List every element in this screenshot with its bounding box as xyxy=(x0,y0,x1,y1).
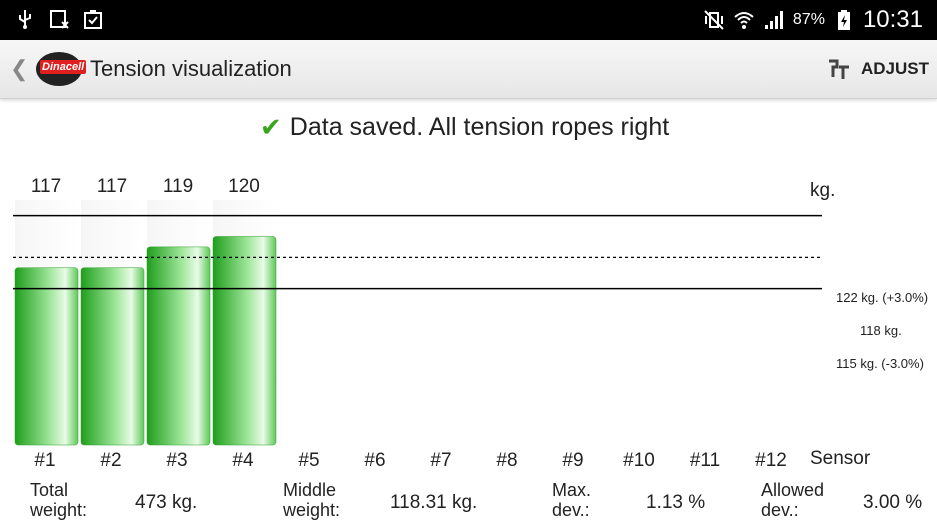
sensor-label-11: #11 xyxy=(689,450,721,471)
signal-icon xyxy=(764,11,783,29)
checkmark-icon: ✔ xyxy=(260,111,282,142)
app-logo[interactable]: Dinacell xyxy=(36,52,87,86)
status-message: ✔ Data saved. All tension ropes right xyxy=(260,110,669,144)
bar-4 xyxy=(212,236,277,446)
value-label-2: 117 xyxy=(96,176,128,197)
sensor-label-3: #3 xyxy=(166,450,188,471)
logo-text: Dinacell xyxy=(40,60,87,74)
sensor-label-9: #9 xyxy=(562,450,584,471)
page-title: Tension visualization xyxy=(90,56,292,81)
total-weight-value: 473 kg. xyxy=(135,492,198,513)
sensor-label-2: #2 xyxy=(100,450,122,471)
sensor-label-6: #6 xyxy=(364,450,386,471)
screenshot-icon xyxy=(50,10,69,29)
total-weight-label: Total weight: xyxy=(30,480,88,520)
max-deviation-value: 1.13 % xyxy=(646,492,706,513)
sensor-label-4: #4 xyxy=(232,450,254,471)
status-bar: 87% 10:31 xyxy=(0,0,937,40)
bar-1 xyxy=(14,267,79,446)
allowed-deviation-label: Allowed dev.: xyxy=(761,480,825,520)
middle-weight-value: 118.31 kg. xyxy=(390,492,478,513)
sensor-label-5: #5 xyxy=(298,450,320,471)
adjust-icon xyxy=(828,59,849,79)
unit-label: kg. xyxy=(810,180,836,201)
middle-weight-label: Middle weight: xyxy=(283,480,341,520)
tension-chart xyxy=(13,200,822,446)
target-label: 118 kg. xyxy=(860,323,902,338)
battery-percent: 87% xyxy=(792,11,825,28)
adjust-label: ADJUST xyxy=(860,59,929,78)
battery-charging-icon xyxy=(837,10,850,30)
action-bar: ❮ Dinacell Tension visualization ADJUST xyxy=(0,40,937,99)
upper-limit-label: 122 kg. (+3.0%) xyxy=(836,290,929,305)
sensor-label-8: #8 xyxy=(496,450,518,471)
value-label-1: 117 xyxy=(30,176,62,197)
sensor-axis-label: Sensor xyxy=(810,448,871,469)
clipboard-check-icon xyxy=(84,10,102,29)
back-chevron-icon[interactable]: ❮ xyxy=(10,56,28,82)
value-label-4: 120 xyxy=(228,176,260,197)
adjust-button[interactable]: ADJUST xyxy=(827,50,929,88)
sensor-label-12: #12 xyxy=(755,450,787,471)
bar-3 xyxy=(146,246,211,446)
sensor-label-10: #10 xyxy=(623,450,655,471)
usb-icon xyxy=(19,10,31,29)
value-label-3: 119 xyxy=(162,176,194,197)
mute-vibrate-icon xyxy=(704,10,724,30)
max-deviation-label: Max. dev.: xyxy=(552,480,592,520)
clock: 10:31 xyxy=(862,6,923,33)
sensor-label-7: #7 xyxy=(430,450,452,471)
wifi-icon xyxy=(734,12,754,29)
sensor-label-1: #1 xyxy=(34,450,56,471)
bar-2 xyxy=(80,267,145,446)
lower-limit-label: 115 kg. (-3.0%) xyxy=(836,356,924,371)
allowed-deviation-value: 3.00 % xyxy=(863,492,923,513)
status-message-text: Data saved. All tension ropes right xyxy=(289,112,670,141)
